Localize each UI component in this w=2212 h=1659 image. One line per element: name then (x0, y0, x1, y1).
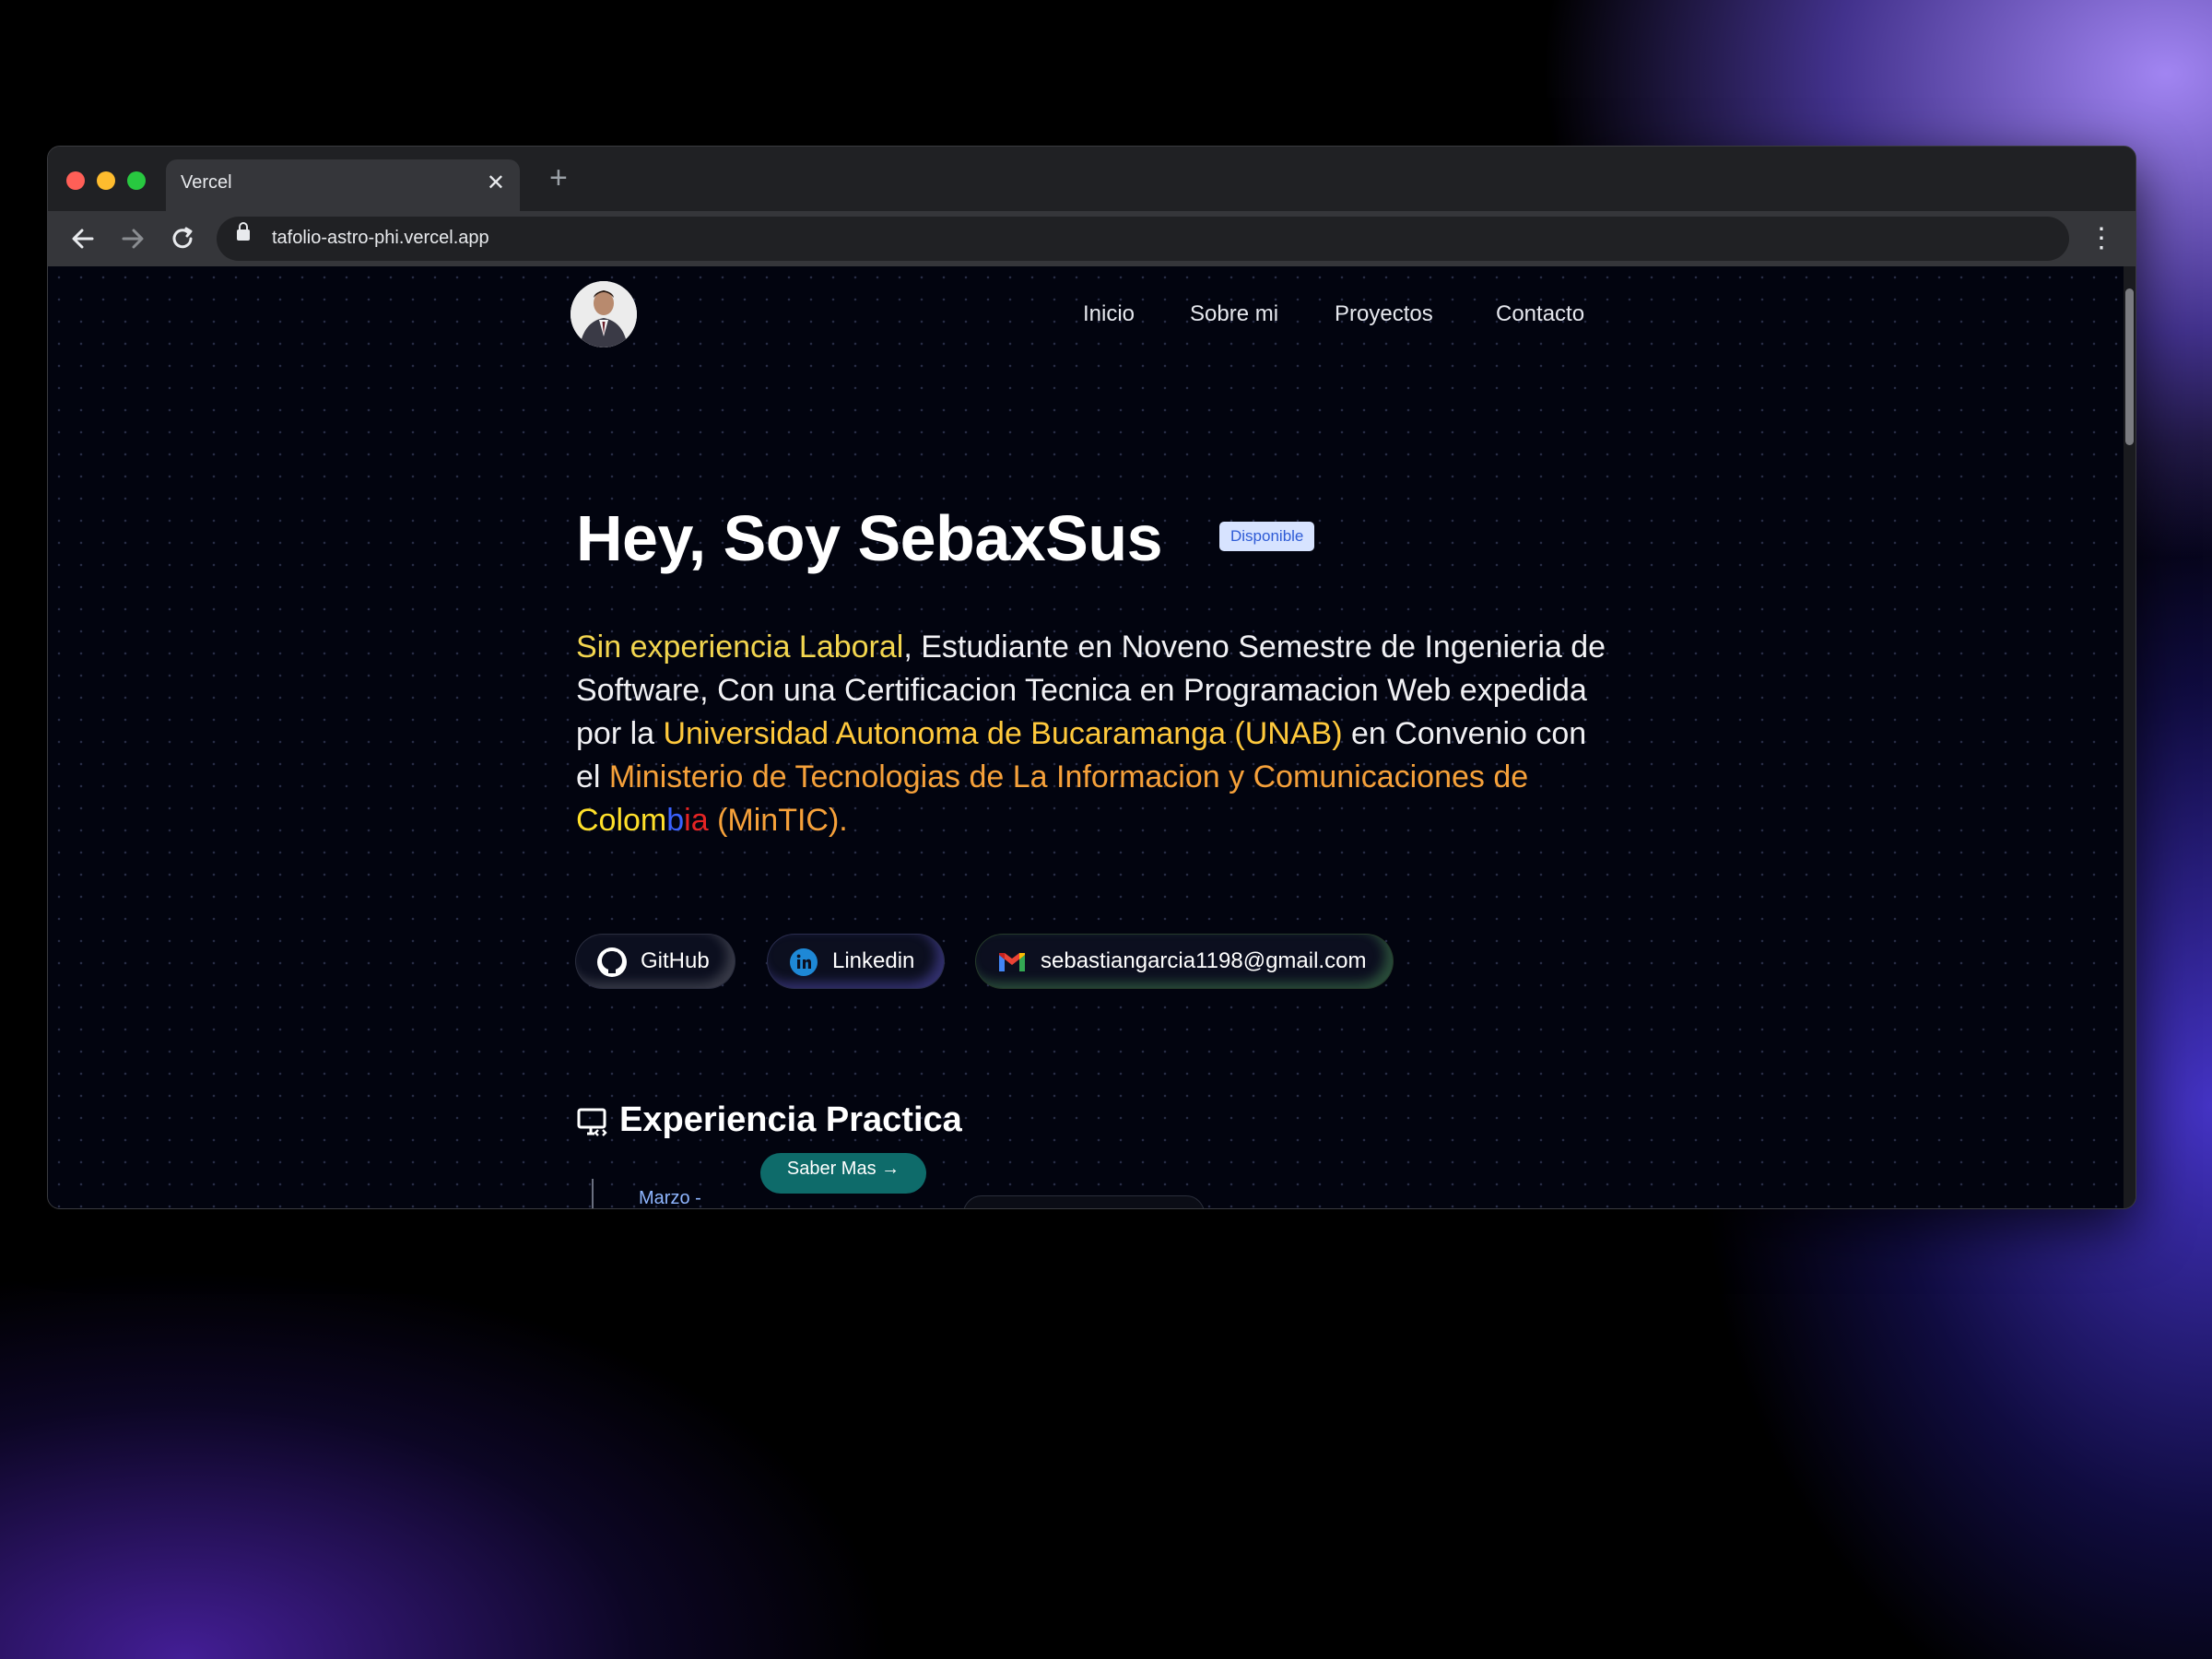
minimize-window-button[interactable] (97, 171, 115, 190)
bio-paragraph: Sin experiencia Laboral, Estudiante en N… (576, 626, 1618, 842)
status-badge: Disponible (1219, 522, 1315, 551)
scrollbar-thumb[interactable] (2125, 288, 2134, 445)
page-scrollbar[interactable] (2124, 266, 2136, 1208)
lock-icon (237, 222, 250, 241)
url-text[interactable]: tafolio-astro-phi.vercel.app (272, 228, 489, 249)
timeline-date: Marzo - (639, 1188, 701, 1208)
bio-highlight-experience: Sin experiencia Laboral (576, 629, 904, 665)
reload-icon[interactable] (166, 220, 199, 257)
gmail-icon (999, 953, 1025, 971)
bio-highlight-mintic-abbr: (MinTIC). (708, 803, 848, 838)
hero-title: Hey, Soy SebaxSus (576, 502, 1163, 574)
page-viewport: Inicio Sobre mi Proyectos Contacto Hey, … (48, 266, 2124, 1208)
linkedin-label: Linkedin (832, 948, 915, 973)
close-window-button[interactable] (66, 171, 85, 190)
section-title-experiencia: Experiencia Practica (619, 1100, 962, 1139)
project-card-partial (963, 1195, 1205, 1208)
tab-close-icon[interactable]: ✕ (487, 171, 505, 196)
bio-highlight-mintic: Ministerio de Tecnologias de La Informac… (608, 759, 1529, 794)
timeline-line (592, 1179, 594, 1208)
email-button[interactable]: sebastiangarcia1198@gmail.com (976, 935, 1393, 988)
tab-title: Vercel (181, 172, 232, 193)
nav-link-proyectos[interactable]: Proyectos (1335, 301, 1433, 327)
saber-mas-button[interactable]: Saber Mas → (760, 1153, 926, 1194)
colombia-red: ia (684, 803, 709, 838)
maximize-window-button[interactable] (127, 171, 146, 190)
colombia-blue: b (666, 803, 685, 838)
forward-arrow-icon[interactable] (116, 220, 149, 257)
email-label: sebastiangarcia1198@gmail.com (1041, 948, 1367, 973)
github-icon (597, 947, 627, 977)
nav-link-inicio[interactable]: Inicio (1083, 301, 1135, 327)
linkedin-button[interactable]: Linkedin (768, 935, 944, 988)
address-bar[interactable]: tafolio-astro-phi.vercel.app (217, 217, 2069, 261)
colombia-yellow: Colom (576, 803, 667, 838)
github-label: GitHub (641, 948, 710, 973)
more-menu-icon[interactable]: ⋮ (2088, 220, 2115, 257)
avatar[interactable] (571, 281, 637, 347)
browser-toolbar: tafolio-astro-phi.vercel.app ⋮ (48, 211, 2136, 266)
github-button[interactable]: GitHub (576, 935, 735, 988)
new-tab-button[interactable]: + (549, 161, 568, 194)
bio-highlight-unab: Universidad Autonoma de Bucaramanga (UNA… (663, 716, 1343, 751)
nav-link-contacto[interactable]: Contacto (1496, 301, 1584, 327)
browser-window: Vercel ✕ + tafolio-astro-phi.vercel.app … (47, 146, 2136, 1209)
browser-tab[interactable]: Vercel ✕ (166, 159, 520, 211)
back-arrow-icon[interactable] (66, 220, 100, 257)
tab-bar: Vercel ✕ + (48, 147, 2136, 211)
linkedin-icon (790, 948, 818, 976)
monitor-code-icon (577, 1108, 607, 1136)
nav-link-sobre-mi[interactable]: Sobre mi (1190, 301, 1278, 327)
